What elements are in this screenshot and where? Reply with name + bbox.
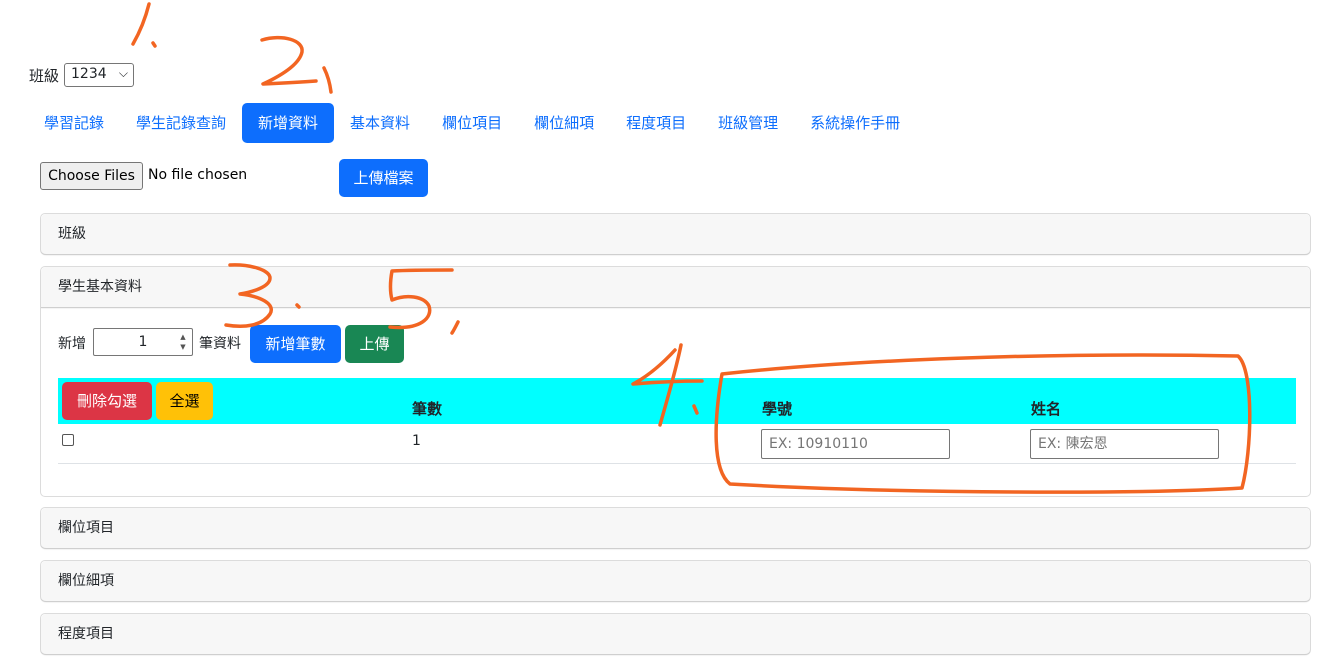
main-nav: 學習記錄 學生記錄查詢 新增資料 基本資料 欄位項目 欄位細項 程度項目 班級管… [28, 103, 916, 143]
level-items-section-header[interactable]: 程度項目 [41, 614, 1310, 655]
row-checkbox[interactable] [62, 434, 74, 446]
row-count-value: 1 [138, 334, 148, 350]
column-index: 筆數 [412, 400, 443, 418]
row-divider [58, 463, 1296, 464]
add-rows-button[interactable]: 新增筆數 [250, 325, 341, 363]
class-section: 班級 [40, 213, 1311, 255]
delete-checked-button[interactable]: 刪除勾選 [62, 382, 152, 420]
choose-files-button[interactable]: Choose Files [40, 162, 143, 190]
class-select[interactable]: 1234 ⌵ [64, 63, 134, 87]
row-index: 1 [412, 433, 421, 449]
row-count-input[interactable]: 1 ▲ ▼ [93, 328, 193, 356]
annotation-2 [260, 35, 333, 94]
student-name-input[interactable] [1030, 429, 1219, 459]
student-section-header[interactable]: 學生基本資料 [41, 267, 1310, 308]
upload-file-button[interactable]: 上傳檔案 [339, 159, 428, 197]
field-items-section: 欄位項目 [40, 507, 1311, 549]
nav-learning-record[interactable]: 學習記錄 [28, 103, 120, 143]
class-label: 班級 [29, 67, 60, 85]
nav-basic-data[interactable]: 基本資料 [334, 103, 426, 143]
class-section-header[interactable]: 班級 [41, 214, 1310, 255]
file-status: No file chosen [148, 167, 248, 183]
column-student-id: 學號 [762, 400, 793, 418]
student-section: 學生基本資料 新增 1 ▲ ▼ 筆資料 新增筆數 上傳 刪除勾選 全選 筆數 學號… [40, 266, 1311, 497]
student-id-input[interactable] [761, 429, 950, 459]
nav-field-details[interactable]: 欄位細項 [518, 103, 610, 143]
select-all-button[interactable]: 全選 [156, 382, 213, 420]
class-select-value: 1234 [71, 66, 107, 82]
spinner-icon[interactable]: ▲ ▼ [178, 332, 188, 352]
upload-students-button[interactable]: 上傳 [345, 325, 404, 363]
nav-class-management[interactable]: 班級管理 [702, 103, 794, 143]
column-name: 姓名 [1031, 400, 1062, 418]
add-prefix-label: 新增 [58, 336, 86, 352]
nav-level-items[interactable]: 程度項目 [610, 103, 702, 143]
annotation-1 [131, 2, 157, 48]
chevron-down-icon: ⌵ [118, 66, 128, 80]
field-items-section-header[interactable]: 欄位項目 [41, 508, 1310, 549]
field-details-section: 欄位細項 [40, 560, 1311, 602]
table-header: 刪除勾選 全選 筆數 學號 姓名 [58, 378, 1296, 424]
nav-system-manual[interactable]: 系統操作手冊 [794, 103, 916, 143]
add-suffix-label: 筆資料 [199, 336, 241, 352]
nav-student-record-query[interactable]: 學生記錄查詢 [120, 103, 242, 143]
field-details-section-header[interactable]: 欄位細項 [41, 561, 1310, 602]
nav-add-data[interactable]: 新增資料 [242, 103, 335, 143]
nav-field-items[interactable]: 欄位項目 [426, 103, 518, 143]
level-items-section: 程度項目 [40, 613, 1311, 655]
